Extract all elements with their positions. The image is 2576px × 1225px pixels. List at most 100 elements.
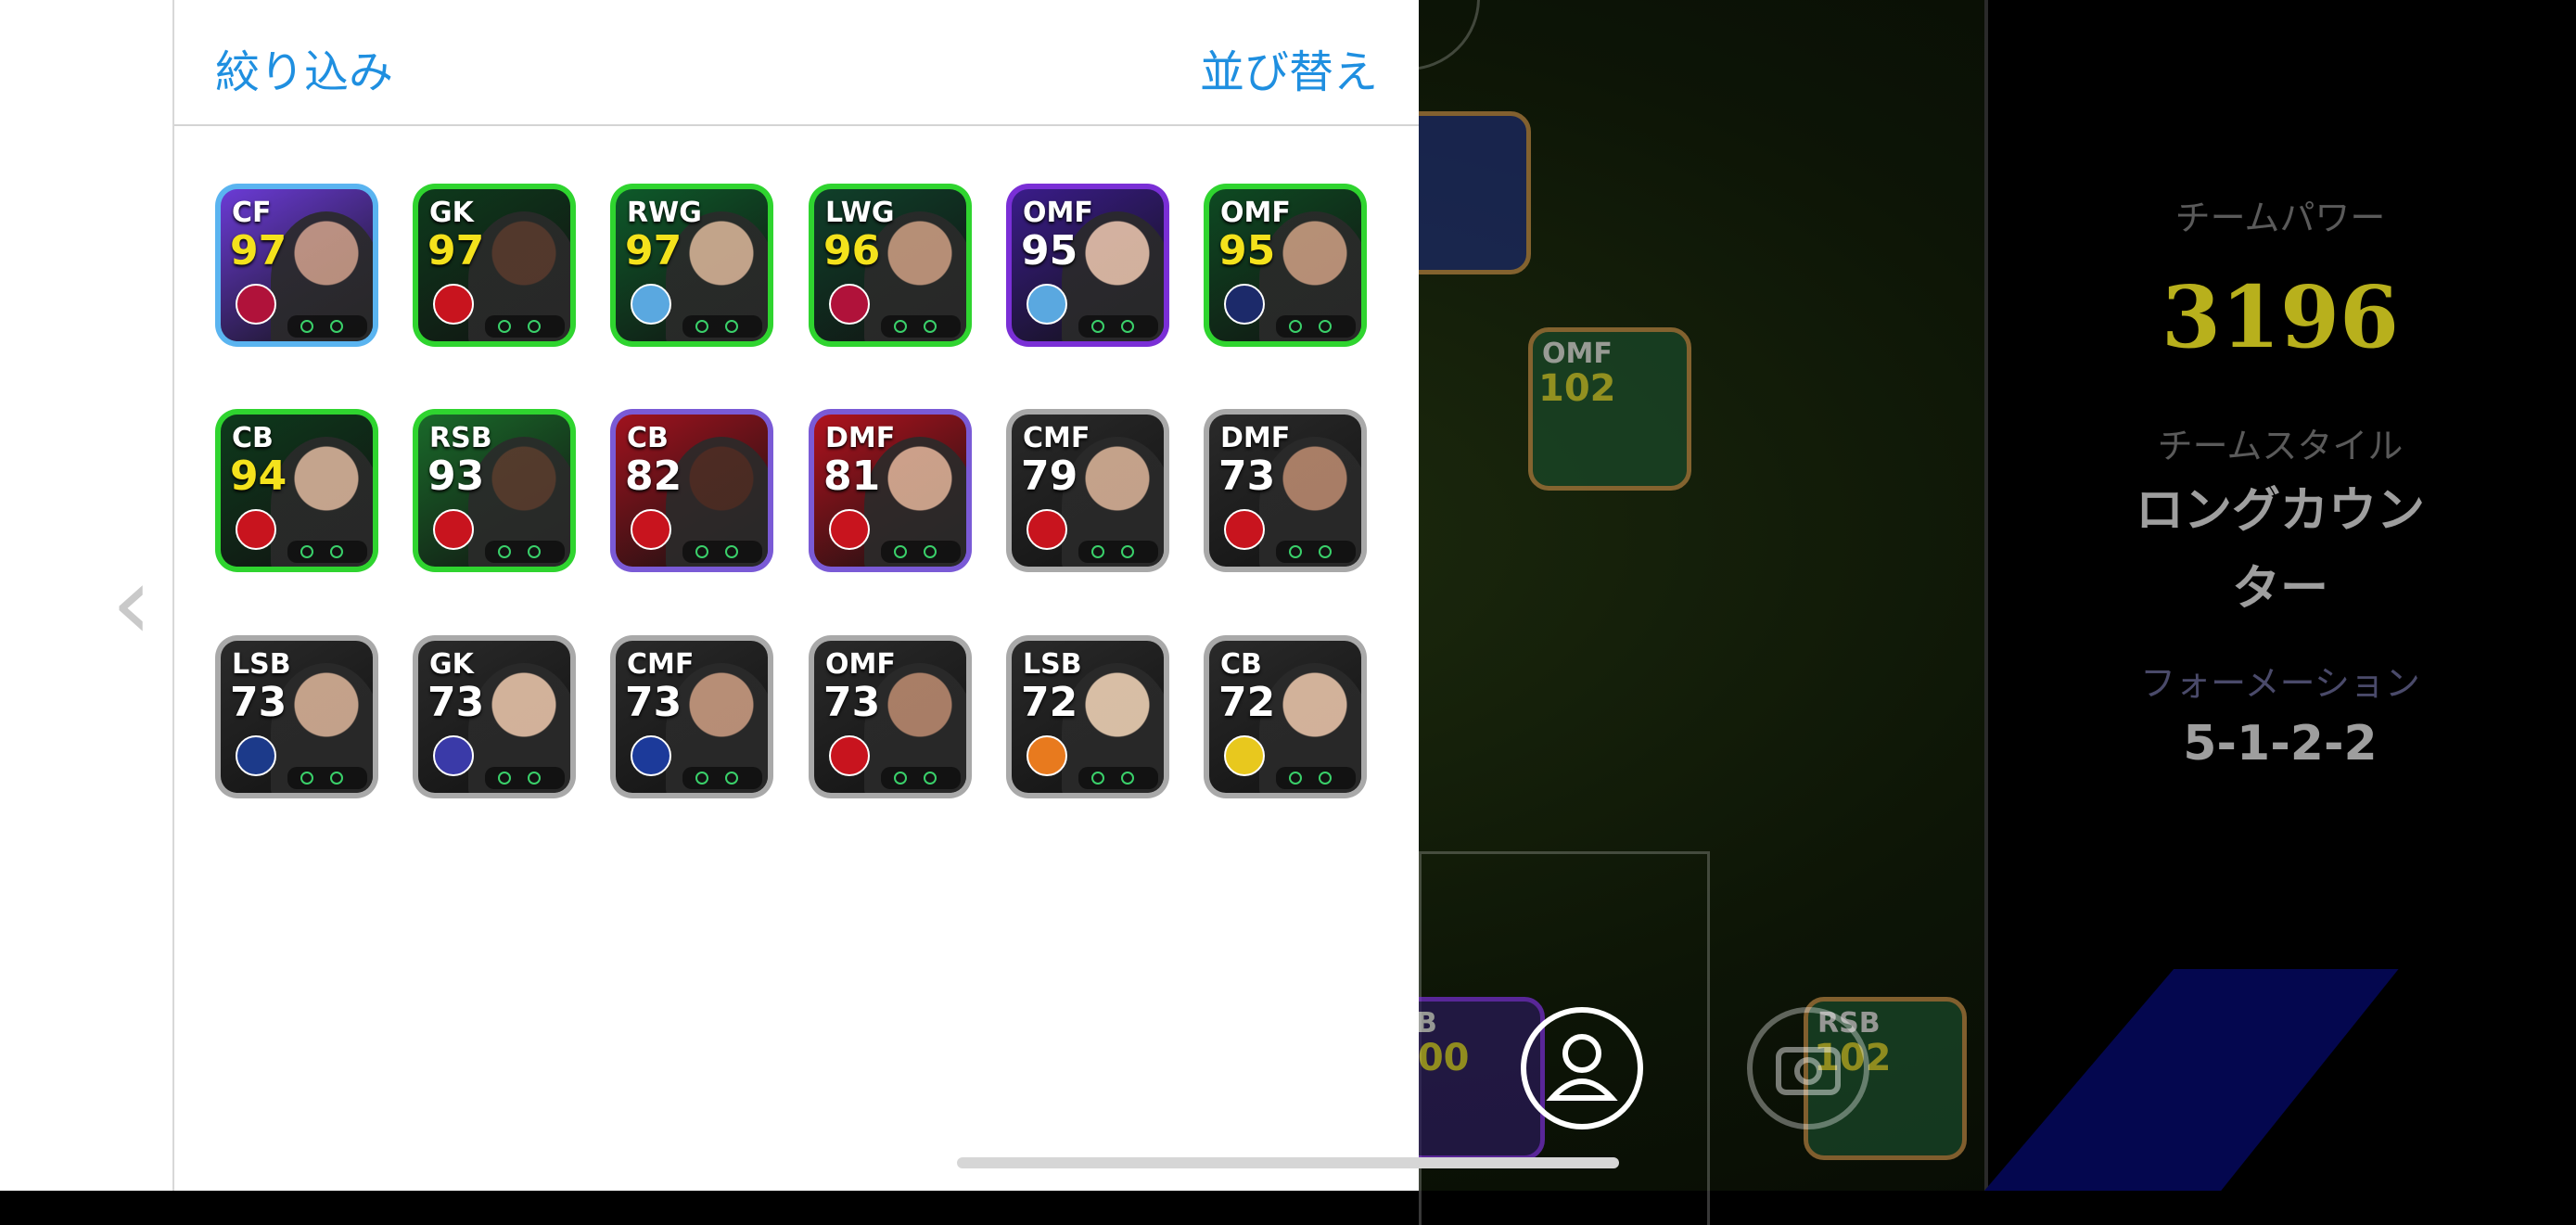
player-rating: 73 [230, 679, 287, 726]
player-position: CB [627, 422, 669, 454]
player-rating: 97 [625, 227, 682, 274]
player-rating: 95 [1218, 227, 1276, 274]
player-rating: 81 [823, 453, 881, 500]
skill-indicator [1078, 315, 1158, 338]
player-card[interactable]: OMF 73 [809, 635, 972, 798]
player-card[interactable]: CB 82 [610, 409, 773, 572]
club-badge-icon [433, 509, 474, 550]
player-card[interactable]: OMF 95 [1204, 184, 1367, 347]
player-profile-button[interactable] [1521, 1007, 1643, 1129]
field-player-card[interactable]: OMF 102 [1528, 327, 1691, 491]
player-card[interactable]: CMF 73 [610, 635, 773, 798]
player-card-background: CB 82 [616, 415, 768, 567]
player-card-background: CMF 79 [1012, 415, 1164, 567]
player-card-background: GK 73 [418, 641, 570, 793]
club-badge-icon [1027, 284, 1067, 325]
player-card[interactable]: LWG 96 [809, 184, 972, 347]
skill-indicator [881, 541, 961, 563]
player-position: GK [429, 197, 474, 229]
player-card[interactable]: LSB 73 [215, 635, 378, 798]
club-badge-icon [1224, 509, 1265, 550]
team-style-value-line2: ター [2231, 561, 2328, 617]
player-rating: 73 [1218, 453, 1276, 500]
player-position: LWG [825, 197, 895, 229]
player-rating: 97 [230, 227, 287, 274]
skill-indicator [682, 541, 762, 563]
player-position: RSB [429, 422, 492, 454]
panel-header: 絞り込み 並び替え [174, 0, 1419, 126]
skill-indicator [881, 767, 961, 789]
player-rating: 97 [427, 227, 485, 274]
player-card[interactable]: DMF 81 [809, 409, 972, 572]
club-badge-icon [236, 284, 276, 325]
player-card[interactable]: CB 72 [1204, 635, 1367, 798]
club-badge-icon [1224, 284, 1265, 325]
player-card-background: CF 97 [221, 189, 373, 341]
player-position: OMF [825, 648, 896, 681]
skill-indicator [682, 767, 762, 789]
player-card-background: LSB 72 [1012, 641, 1164, 793]
player-card[interactable]: GK 73 [413, 635, 576, 798]
player-rating: 94 [230, 453, 287, 500]
skill-indicator [682, 315, 762, 338]
team-power-label: チームパワー [2174, 198, 2386, 238]
skill-indicator [287, 315, 367, 338]
skill-indicator [881, 315, 961, 338]
player-position: GK [429, 648, 474, 681]
player-rating: 73 [427, 679, 485, 726]
player-rating: 95 [1021, 227, 1078, 274]
club-badge-icon [829, 284, 870, 325]
player-card[interactable]: CMF 79 [1006, 409, 1169, 572]
club-badge-icon [829, 735, 870, 776]
club-badge-icon [1224, 735, 1265, 776]
player-position: CB [1220, 648, 1262, 681]
club-badge-icon [631, 735, 671, 776]
player-card[interactable]: RSB 93 [413, 409, 576, 572]
player-card[interactable]: RWG 97 [610, 184, 773, 347]
club-badge-icon [433, 735, 474, 776]
player-position: CF [232, 197, 272, 229]
skill-indicator [287, 541, 367, 563]
player-rating: 72 [1021, 679, 1078, 726]
side-strip: ‹ [0, 0, 174, 1191]
club-badge-icon [236, 509, 276, 550]
filter-button[interactable]: 絞り込み [215, 35, 393, 100]
player-card[interactable]: LSB 72 [1006, 635, 1169, 798]
player-rating: 73 [625, 679, 682, 726]
player-select-panel [174, 0, 1419, 1191]
club-badge-icon [631, 284, 671, 325]
player-card[interactable]: CB 94 [215, 409, 378, 572]
player-card-background: OMF 73 [814, 641, 966, 793]
sort-button[interactable]: 並び替え [1200, 35, 1378, 100]
player-rating: 82 [625, 453, 682, 500]
player-card[interactable]: OMF 95 [1006, 184, 1169, 347]
player-position: RWG [627, 197, 702, 229]
skill-indicator [485, 541, 565, 563]
skill-indicator [485, 767, 565, 789]
club-badge-icon [1027, 509, 1067, 550]
player-position: CB [232, 422, 274, 454]
club-badge-icon [1027, 735, 1067, 776]
skill-indicator [1276, 541, 1356, 563]
field-card-position: OMF [1542, 338, 1613, 370]
player-card[interactable]: GK 97 [413, 184, 576, 347]
formation-label: フォーメーション [2140, 663, 2420, 704]
camera-icon [1776, 1047, 1841, 1095]
player-card-background: DMF 73 [1209, 415, 1361, 567]
field-card-rating: 102 [1538, 367, 1616, 410]
player-position: OMF [1023, 197, 1093, 229]
chevron-left-icon[interactable]: ‹ [111, 547, 167, 658]
team-power-value: 3196 [2161, 267, 2400, 367]
camera-button[interactable] [1747, 1007, 1869, 1129]
player-card[interactable]: DMF 73 [1204, 409, 1367, 572]
player-card[interactable]: CF 97 [215, 184, 378, 347]
player-card-background: CB 94 [221, 415, 373, 567]
player-card-background: OMF 95 [1209, 189, 1361, 341]
club-badge-icon [433, 284, 474, 325]
club-badge-icon [631, 509, 671, 550]
player-position: LSB [232, 648, 291, 681]
formation-value: 5-1-2-2 [2183, 716, 2378, 772]
skill-indicator [1078, 541, 1158, 563]
player-card-background: RWG 97 [616, 189, 768, 341]
skill-indicator [287, 767, 367, 789]
